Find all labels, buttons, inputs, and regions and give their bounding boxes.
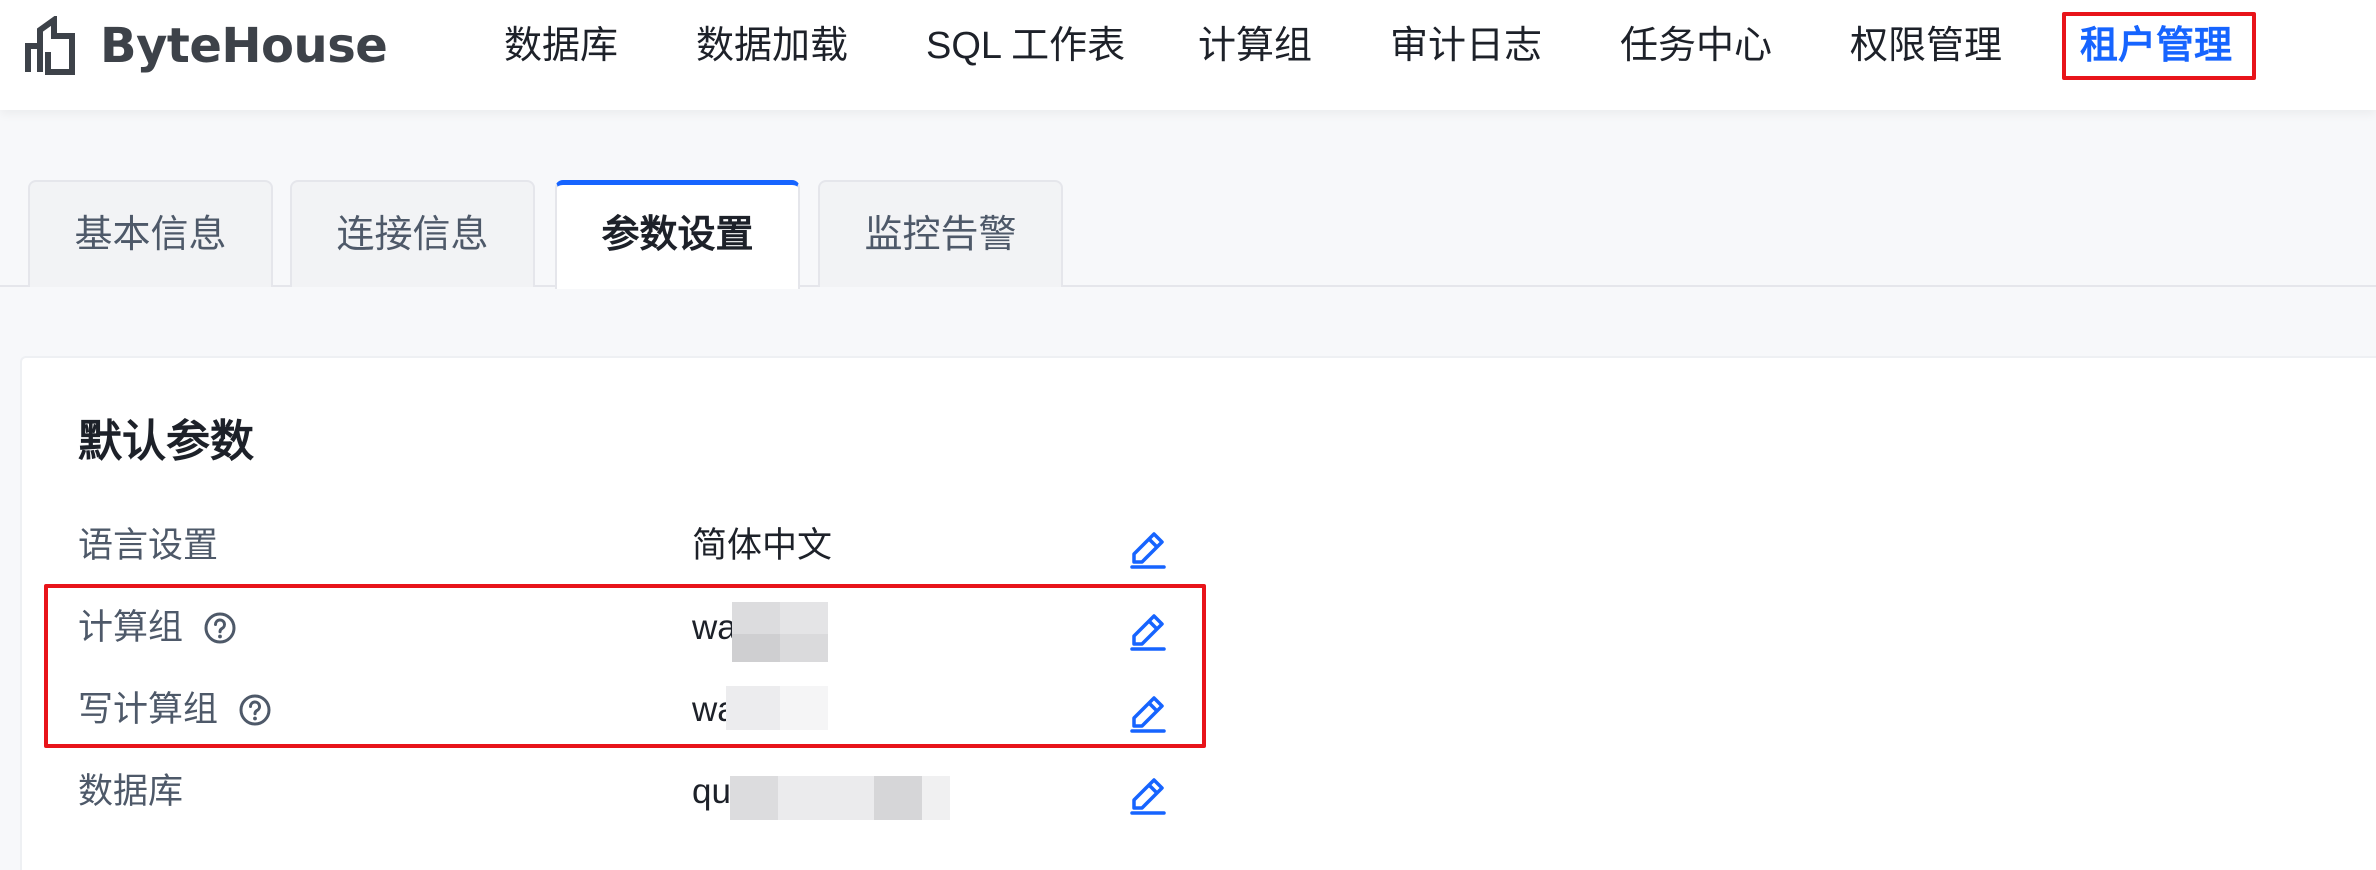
tab-monitoring-alerts[interactable]: 监控告警 <box>818 180 1063 287</box>
param-row-language: 语言设置 简体中文 <box>0 516 1300 576</box>
param-label: 语言设置 <box>78 516 218 576</box>
app-name: ByteHouse <box>100 18 388 74</box>
nav-item-permissions[interactable]: 权限管理 <box>1850 12 2002 80</box>
nav-item-task-center[interactable]: 任务中心 <box>1620 12 1772 80</box>
redacted-block <box>730 776 778 820</box>
param-label: 数据库 <box>78 762 183 822</box>
tab-connection-info[interactable]: 连接信息 <box>290 180 535 287</box>
redacted-block <box>778 776 874 820</box>
bytehouse-logo-icon <box>25 16 75 75</box>
param-label-text: 语言设置 <box>78 526 219 565</box>
nav-item-sql-worksheet[interactable]: SQL 工作表 <box>926 12 1125 80</box>
nav-highlight-box <box>2062 12 2256 80</box>
rows-highlight-box <box>44 584 1206 748</box>
param-value: qu <box>692 772 731 811</box>
nav-item-data-loading[interactable]: 数据加载 <box>696 12 848 80</box>
redacted-block <box>874 776 922 820</box>
app-logo[interactable]: ByteHouse <box>24 10 388 82</box>
edit-icon[interactable] <box>1126 526 1170 570</box>
nav-item-audit-log[interactable]: 审计日志 <box>1390 12 1542 80</box>
section-title: 默认参数 <box>78 417 254 466</box>
top-navbar: ByteHouse 数据库 数据加载 SQL 工作表 计算组 审计日志 任务中心… <box>0 0 2376 110</box>
param-row-database: 数据库 qu <box>0 762 1300 822</box>
nav-item-database[interactable]: 数据库 <box>504 12 618 80</box>
redacted-block <box>922 776 950 820</box>
param-label-text: 数据库 <box>78 772 184 811</box>
param-value: 简体中文 <box>692 526 833 565</box>
tab-basic-info[interactable]: 基本信息 <box>28 180 273 287</box>
edit-icon[interactable] <box>1126 772 1170 816</box>
tab-parameter-settings[interactable]: 参数设置 <box>555 180 800 289</box>
nav-item-compute-group[interactable]: 计算组 <box>1198 12 1312 80</box>
